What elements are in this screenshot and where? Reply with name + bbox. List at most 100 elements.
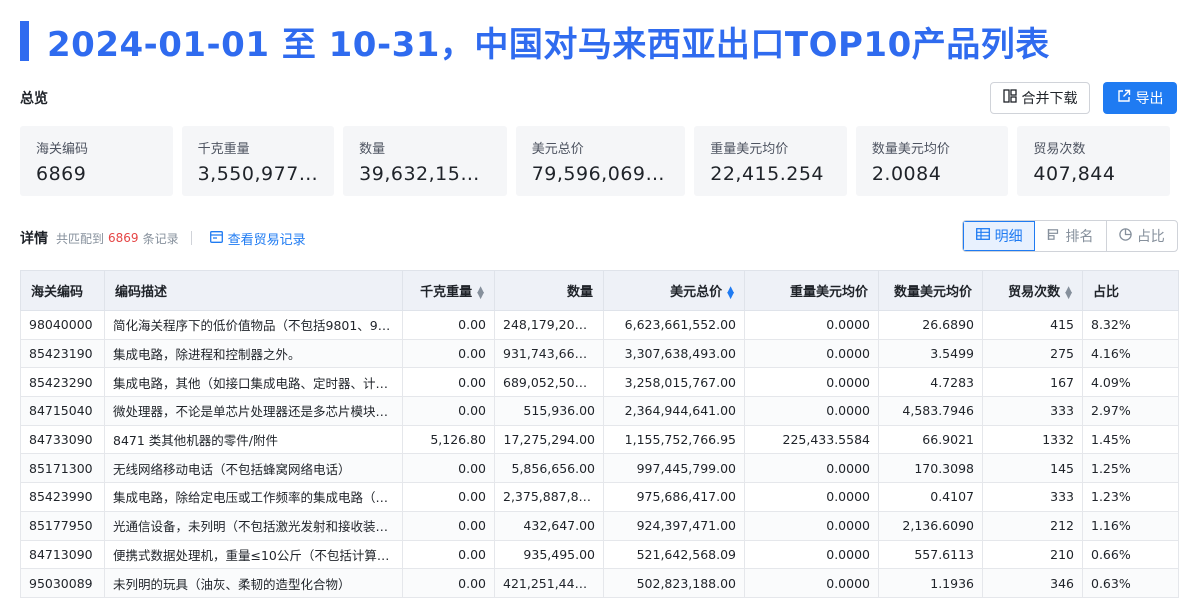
detail-title: 详情 [20, 231, 48, 247]
col-description: 编码描述 [104, 270, 403, 311]
table-row[interactable]: 85423190 集成电路，除进程和控制器之外。 0.00 931,743,660.0… [20, 338, 1179, 369]
merge-download-button[interactable]: 合并下载 [990, 82, 1090, 114]
export-button[interactable]: 导出 [1103, 82, 1177, 114]
cell-usd-total: 521,642,568.09 [603, 539, 745, 570]
title-accent-bar [20, 21, 29, 61]
cell-description: 8471 类其他机器的零件/附件 [104, 424, 403, 455]
cell-weight: 0.00 [402, 539, 495, 570]
cell-usd-total: 6,623,661,552.00 [603, 310, 745, 340]
view-trade-records-label: 查看贸易记录 [227, 232, 306, 248]
cell-description: 光通信设备，未列明（不包括激光发射和接收装置） [104, 510, 403, 541]
cell-quantity: 421,251,448.00 [494, 568, 604, 598]
cell-weight-avg-price: 0.0000 [744, 510, 879, 541]
cell-trade-count: 346 [982, 568, 1083, 598]
overview-cards: 海关编码 6869 千克重量 3,550,977.78 数量 39,632,15… [20, 126, 1170, 196]
stat-label: 贸易次数 [1033, 142, 1086, 157]
stat-value: 79,596,069,... [531, 163, 672, 185]
stat-card-weight-avg-price: 重量美元均价 22,415.254 [694, 126, 847, 196]
cell-quantity: 931,743,660.00 [494, 338, 604, 369]
cell-share: 1.25% [1082, 453, 1179, 484]
cell-usd-total: 924,397,471.00 [603, 510, 745, 541]
cell-weight: 0.00 [402, 453, 495, 484]
col-weight[interactable]: 千克重量 ▲ ▼ [402, 270, 495, 311]
stat-label: 数量 [359, 142, 386, 157]
stat-value: 22,415.254 [710, 163, 825, 185]
col-quantity-avg-price: 数量美元均价 [878, 270, 983, 311]
cell-quantity-avg-price: 26.6890 [878, 310, 983, 340]
cell-description: 无线网络移动电话（不包括蜂窝网络电话） [104, 453, 403, 484]
cell-usd-total: 975,686,417.00 [603, 482, 745, 512]
table-row[interactable]: 85423990 集成电路，除给定电压或工作频率的集成电路（微... 0.00 2,3… [20, 482, 1179, 512]
sort-icon[interactable]: ▲ ▼ [727, 285, 734, 300]
cell-quantity: 5,856,656.00 [494, 453, 604, 484]
cell-quantity-avg-price: 4,583.7946 [878, 396, 983, 426]
cell-weight: 0.00 [402, 338, 495, 369]
cell-quantity: 515,936.00 [494, 396, 604, 426]
col-trade-count[interactable]: 贸易次数 ▲ ▼ [982, 270, 1083, 311]
cell-weight-avg-price: 0.0000 [744, 539, 879, 570]
stat-card-quantity: 数量 39,632,157,... [343, 126, 507, 196]
cell-share: 0.63% [1082, 568, 1179, 598]
cell-hs-code: 84715040 [20, 396, 105, 426]
table-icon [975, 228, 990, 244]
table-row[interactable]: 84713090 便携式数据处理机，重量≤10公斤（不包括计算机） 0.00 935,… [20, 539, 1179, 570]
tab-ranking[interactable]: 排名 [1035, 221, 1107, 251]
cell-description: 简化海关程序下的低价值物品（不包括9801、980... [104, 310, 403, 340]
cell-quantity-avg-price: 3.5499 [878, 338, 983, 369]
cell-usd-total: 1,155,752,766.95 [603, 424, 745, 455]
stat-label: 美元总价 [531, 142, 584, 157]
cell-quantity: 2,375,887,873.... [494, 482, 604, 512]
col-hs-code: 海关编码 [20, 270, 105, 311]
cell-weight-avg-price: 0.0000 [744, 310, 879, 340]
cell-trade-count: 145 [982, 453, 1083, 484]
stat-label: 海关编码 [36, 142, 89, 157]
cell-weight: 0.00 [402, 510, 495, 541]
col-usd-total[interactable]: 美元总价 ▲ ▼ [603, 270, 745, 311]
cell-share: 4.09% [1082, 367, 1179, 398]
cell-weight: 0.00 [402, 367, 495, 398]
cell-trade-count: 333 [982, 396, 1083, 426]
sort-icon[interactable]: ▲ ▼ [477, 285, 484, 300]
table-row[interactable]: 85171300 无线网络移动电话（不包括蜂窝网络电话） 0.00 5,856,656… [20, 453, 1179, 484]
cell-quantity: 17,275,294.00 [494, 424, 604, 455]
cell-usd-total: 502,823,188.00 [603, 568, 745, 598]
cell-weight-avg-price: 0.0000 [744, 396, 879, 426]
view-trade-records-link[interactable]: 查看贸易记录 [209, 229, 306, 248]
tab-detail[interactable]: 明细 [963, 221, 1036, 251]
stat-value: 2.0084 [871, 163, 942, 185]
table-row[interactable]: 85423290 集成电路，其他（如接口集成电路、定时器、计数... 0.00 689… [20, 367, 1179, 398]
stat-label: 重量美元均价 [710, 142, 789, 157]
cell-usd-total: 997,445,799.00 [603, 453, 745, 484]
overview-label: 总览 [20, 91, 48, 107]
sort-icon[interactable]: ▲ ▼ [1065, 285, 1072, 300]
col-share: 占比 [1082, 270, 1179, 311]
cell-trade-count: 210 [982, 539, 1083, 570]
table-row[interactable]: 85177950 光通信设备，未列明（不包括激光发射和接收装置） 0.00 432,6… [20, 510, 1179, 541]
stat-card-hs-code: 海关编码 6869 [20, 126, 173, 196]
cell-quantity: 689,052,509.00 [494, 367, 604, 398]
divider [190, 231, 192, 245]
cell-weight-avg-price: 0.0000 [744, 453, 879, 484]
table-row[interactable]: 95030089 未列明的玩具（油灰、柔韧的造型化合物） 0.00 421,251,4… [20, 568, 1179, 598]
view-switcher: 明细 排名 占比 [962, 220, 1178, 252]
cell-hs-code: 95030089 [20, 568, 105, 598]
cell-hs-code: 98040000 [20, 310, 105, 340]
records-icon [209, 230, 223, 246]
table-row[interactable]: 98040000 简化海关程序下的低价值物品（不包括9801、980... 0.00… [20, 310, 1179, 340]
table-row[interactable]: 84715040 微处理器，不论是单芯片处理器还是多芯片模块，... 0.00 515… [20, 396, 1179, 426]
tab-share[interactable]: 占比 [1107, 221, 1177, 251]
cell-quantity-avg-price: 4.7283 [878, 367, 983, 398]
cell-hs-code: 85423190 [20, 338, 105, 369]
cell-hs-code: 85423990 [20, 482, 105, 512]
cell-share: 1.45% [1082, 424, 1179, 455]
table-row[interactable]: 84733090 8471 类其他机器的零件/附件 5,126.80 17,275,2… [20, 424, 1179, 455]
tab-detail-label: 明细 [994, 229, 1023, 245]
cell-description: 集成电路，其他（如接口集成电路、定时器、计数... [104, 367, 403, 398]
cell-quantity: 935,495.00 [494, 539, 604, 570]
cell-weight-avg-price: 0.0000 [744, 367, 879, 398]
cell-description: 微处理器，不论是单芯片处理器还是多芯片模块，... [104, 396, 403, 426]
cell-quantity-avg-price: 557.6113 [878, 539, 983, 570]
col-weight-avg-price: 重量美元均价 [744, 270, 879, 311]
cell-trade-count: 1332 [982, 424, 1083, 455]
tab-ranking-label: 排名 [1065, 229, 1094, 245]
